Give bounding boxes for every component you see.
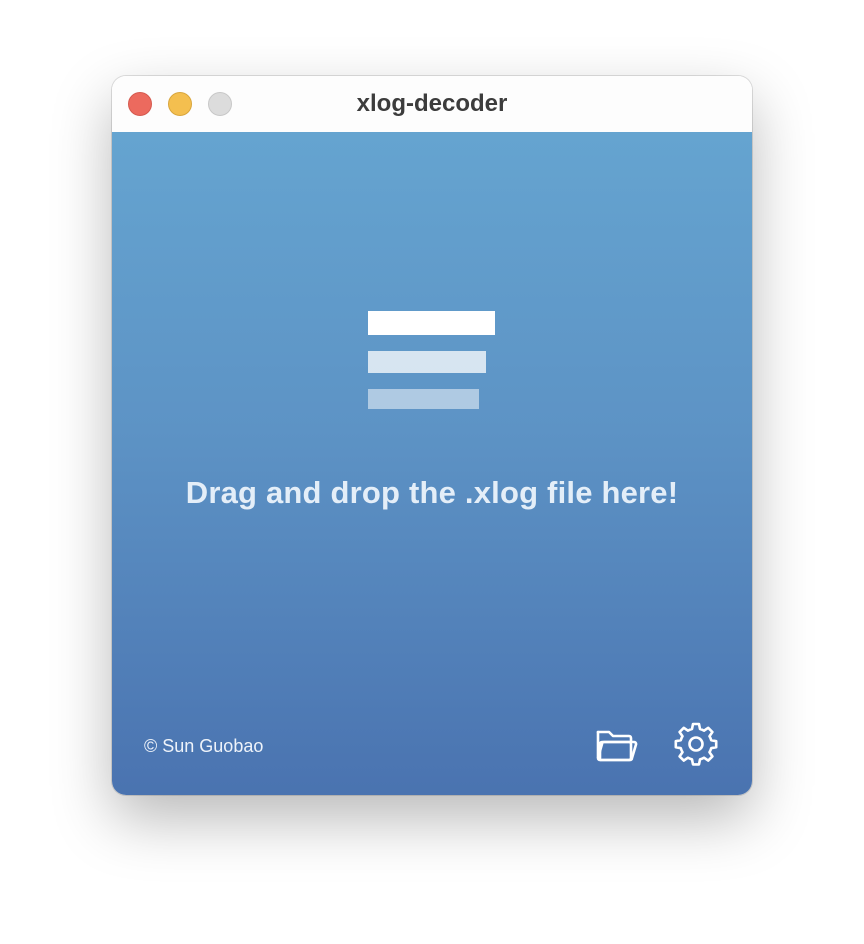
document-lines-icon-line-1 [368,311,495,335]
settings-button[interactable] [672,720,720,768]
open-file-button[interactable] [592,720,640,768]
folder-icon [596,730,638,762]
drop-instruction: Drag and drop the .xlog file here! [185,475,679,510]
copyright-text: © Sun Guobao [144,736,264,756]
gear-icon [674,722,718,766]
document-lines-icon-line-2 [368,351,486,373]
drop-zone[interactable]: Drag and drop the .xlog file here! © Sun… [112,132,752,795]
window-title: xlog-decoder [356,90,508,117]
document-lines-icon-line-3 [368,389,479,409]
title-bar[interactable]: xlog-decoder [112,76,752,132]
app-window: xlog-decoder Drag and drop the .xlog fil… [112,76,752,795]
